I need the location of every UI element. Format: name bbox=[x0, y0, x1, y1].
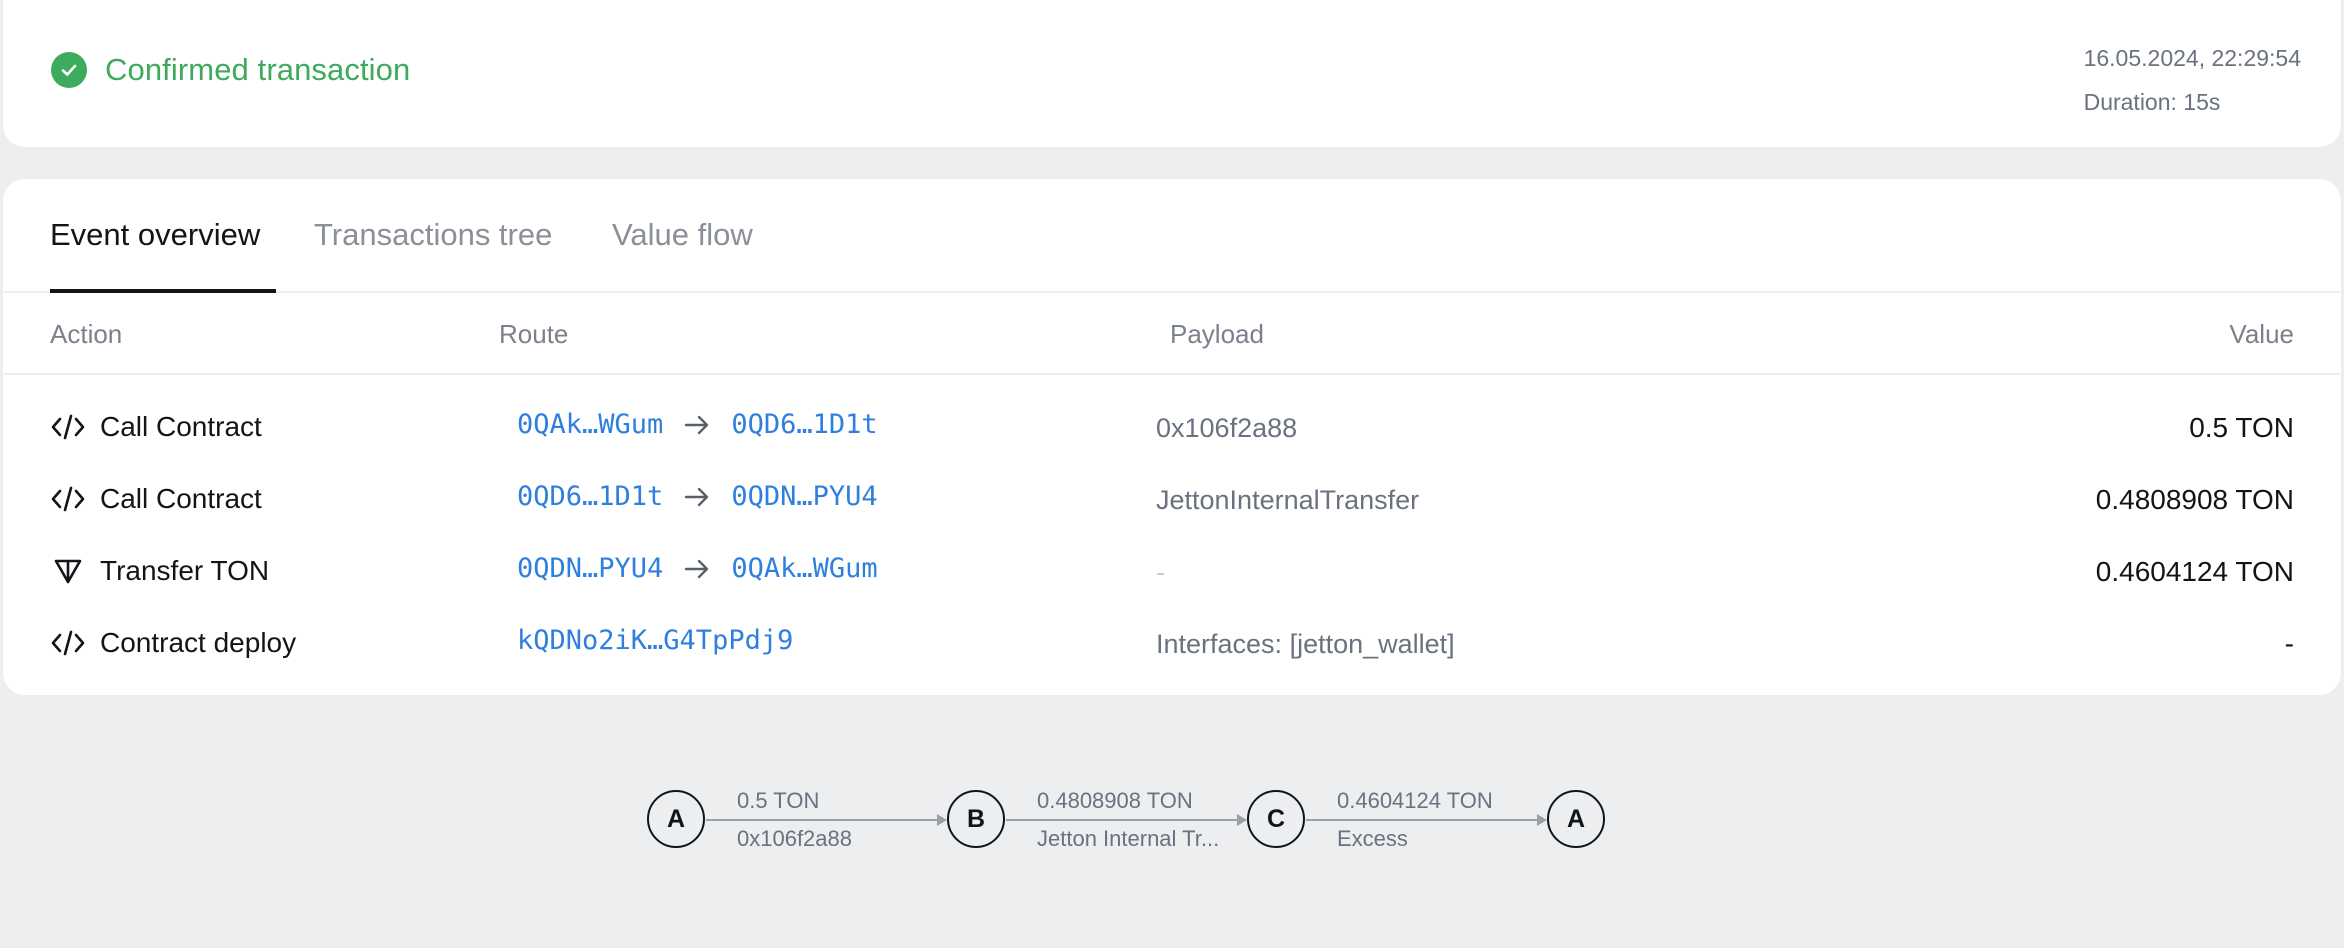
code-icon bbox=[50, 625, 86, 661]
action-label: Transfer TON bbox=[100, 555, 270, 586]
tab-event-overview[interactable]: Event overview bbox=[50, 217, 260, 253]
to-address-link[interactable]: 0QAk…WGum bbox=[731, 553, 877, 584]
tab-value-flow[interactable]: Value flow bbox=[612, 217, 753, 253]
column-header-value: Value bbox=[2229, 319, 2294, 349]
flow-edge-label: 0x106f2a88 bbox=[737, 826, 852, 851]
arrow-right-icon bbox=[677, 555, 717, 583]
transaction-datetime: 16.05.2024, 22:29:54 bbox=[2083, 45, 2301, 71]
flow-edge-line bbox=[1006, 819, 1238, 821]
flow-node-c[interactable]: C bbox=[1247, 790, 1305, 848]
arrow-right-icon bbox=[677, 411, 717, 439]
row-action: Call Contract bbox=[50, 481, 262, 517]
row-payload: - bbox=[1156, 557, 1165, 587]
flow-arrowhead bbox=[937, 814, 947, 826]
flow-edge-label: Jetton Internal Tr... bbox=[1037, 826, 1220, 851]
flow-edge-amount: 0.4604124 TON bbox=[1337, 788, 1493, 813]
column-header-action: Action bbox=[50, 319, 123, 349]
row-value: - bbox=[2284, 628, 2294, 659]
to-address-link[interactable]: 0QD6…1D1t bbox=[731, 409, 877, 440]
table-row[interactable]: Contract deploy kQDNo2iK…G4TpPdj9 Interf… bbox=[3, 607, 2341, 679]
row-value: 0.4604124 TON bbox=[2095, 556, 2294, 587]
flow-edge-line bbox=[1306, 819, 1538, 821]
check-circle-icon bbox=[51, 52, 87, 88]
flow-edge-line bbox=[706, 819, 938, 821]
value-flow-diagram: A 0.5 TON 0x106f2a88 B 0.4808908 TON Jet… bbox=[0, 720, 2344, 920]
flow-node-b[interactable]: B bbox=[947, 790, 1005, 848]
ton-icon bbox=[50, 553, 86, 589]
table-row[interactable]: Transfer TON 0QDN…PYU4 0QAk…WGum - 0.460… bbox=[3, 535, 2341, 607]
from-address-link[interactable]: 0QDN…PYU4 bbox=[517, 553, 663, 584]
flow-edge-label: Excess bbox=[1337, 826, 1408, 851]
tab-transactions-tree[interactable]: Transactions tree bbox=[314, 217, 552, 253]
row-action: Call Contract bbox=[50, 409, 262, 445]
contract-address-link[interactable]: kQDNo2iK…G4TpPdj9 bbox=[517, 625, 793, 656]
column-header-route: Route bbox=[499, 319, 569, 349]
arrow-right-icon bbox=[677, 483, 717, 511]
row-route: 0QAk…WGum 0QD6…1D1t bbox=[517, 409, 878, 440]
row-value: 0.5 TON bbox=[2189, 412, 2294, 443]
action-label: Call Contract bbox=[100, 411, 262, 442]
transaction-status-card: Confirmed transaction 16.05.2024, 22:29:… bbox=[3, 0, 2341, 147]
code-icon bbox=[50, 409, 86, 445]
row-value: 0.4808908 TON bbox=[2095, 484, 2294, 515]
transaction-status: Confirmed transaction bbox=[51, 52, 410, 88]
tab-bar: Event overview Transactions tree Value f… bbox=[3, 179, 2341, 293]
row-action: Transfer TON bbox=[50, 553, 269, 589]
column-header-payload: Payload bbox=[1170, 319, 1264, 349]
flow-arrowhead bbox=[1237, 814, 1247, 826]
table-header: Action Route Payload Value bbox=[3, 293, 2341, 375]
row-payload: Interfaces: [jetton_wallet] bbox=[1156, 629, 1455, 659]
code-icon bbox=[50, 481, 86, 517]
row-payload: 0x106f2a88 bbox=[1156, 413, 1298, 443]
flow-node-a-return[interactable]: A bbox=[1547, 790, 1605, 848]
status-label: Confirmed transaction bbox=[105, 52, 411, 87]
row-route: kQDNo2iK…G4TpPdj9 bbox=[517, 625, 793, 656]
transaction-duration: Duration: 15s bbox=[2083, 89, 2221, 115]
table-row[interactable]: Call Contract 0QD6…1D1t 0QDN…PYU4 Jetton… bbox=[3, 463, 2341, 535]
from-address-link[interactable]: 0QAk…WGum bbox=[517, 409, 663, 440]
row-action: Contract deploy bbox=[50, 625, 296, 661]
from-address-link[interactable]: 0QD6…1D1t bbox=[517, 481, 663, 512]
action-label: Contract deploy bbox=[100, 627, 297, 658]
flow-node-a[interactable]: A bbox=[647, 790, 705, 848]
row-payload: JettonInternalTransfer bbox=[1156, 485, 1420, 515]
table-row[interactable]: Call Contract 0QAk…WGum 0QD6…1D1t 0x106f… bbox=[3, 391, 2341, 463]
row-route: 0QDN…PYU4 0QAk…WGum bbox=[517, 553, 878, 584]
flow-edge-amount: 0.4808908 TON bbox=[1037, 788, 1193, 813]
action-label: Call Contract bbox=[100, 483, 262, 514]
row-route: 0QD6…1D1t 0QDN…PYU4 bbox=[517, 481, 878, 512]
transaction-meta: 16.05.2024, 22:29:54 Duration: 15s bbox=[2084, 36, 2301, 124]
flow-edge-amount: 0.5 TON bbox=[737, 788, 820, 813]
to-address-link[interactable]: 0QDN…PYU4 bbox=[731, 481, 877, 512]
flow-arrowhead bbox=[1537, 814, 1547, 826]
event-details-card: Event overview Transactions tree Value f… bbox=[3, 179, 2341, 695]
